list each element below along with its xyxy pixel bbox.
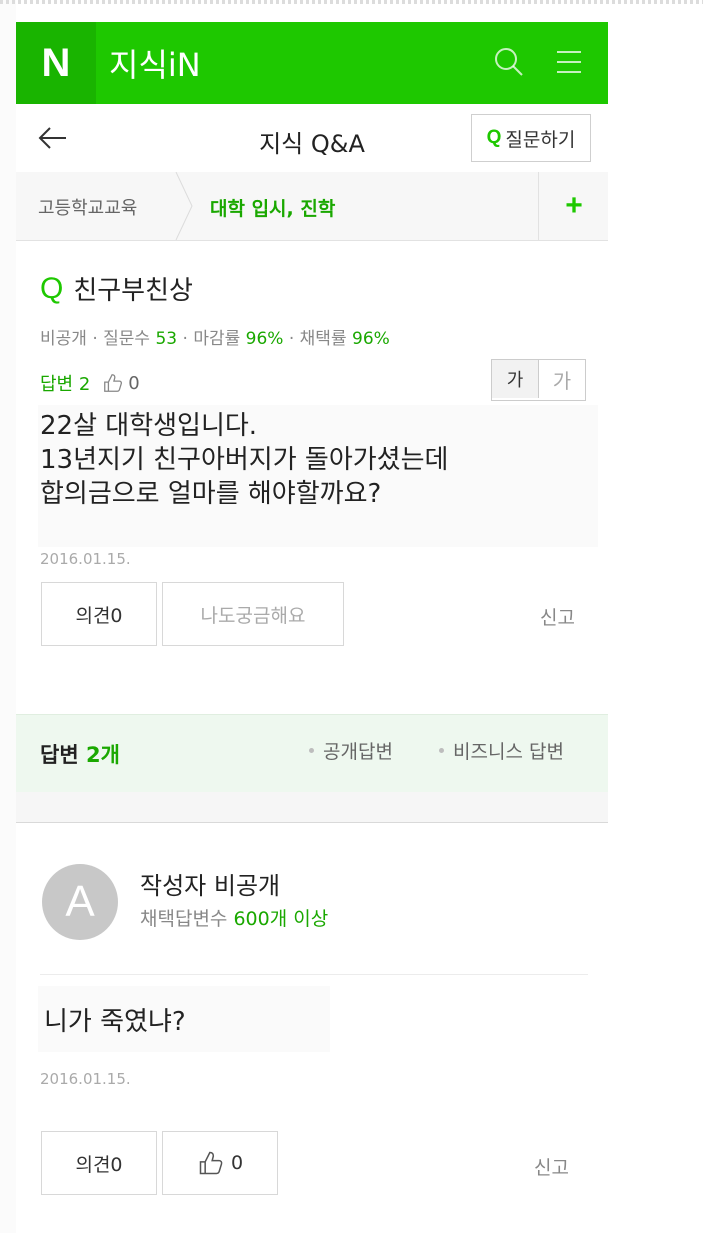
filter-public-answers[interactable]: 공개답변	[309, 737, 393, 764]
top-header: N 지식iN	[16, 22, 608, 104]
answer-author-meta: 채택답변수 600개 이상	[140, 904, 328, 931]
answer-date: 2016.01.15.	[40, 1070, 131, 1088]
stat-questions-value: 53	[155, 329, 178, 349]
page-margin-left	[0, 0, 16, 1233]
avatar: A	[42, 864, 118, 940]
me-too-curious-button[interactable]: 나도궁금해요	[162, 582, 344, 646]
q-badge-icon: Q	[486, 127, 502, 148]
bullet-icon	[439, 748, 444, 753]
question-body-line: 13년지기 친구아버지가 돌아가셨는데	[40, 445, 449, 475]
question-body-line: 22살 대학생입니다.	[40, 411, 258, 441]
logo-letter: N	[41, 40, 71, 85]
add-category-button[interactable]: +	[538, 172, 609, 240]
breadcrumb-parent[interactable]: 고등학교교육	[38, 194, 137, 220]
question-date: 2016.01.15.	[40, 550, 131, 568]
answers-header: 답변 2개 공개답변 비즈니스 답변	[16, 714, 608, 794]
stat-adopt-value: 96%	[352, 329, 390, 349]
question-badge-icon: Q	[40, 271, 64, 305]
filter-business-answers[interactable]: 비즈니스 답변	[439, 737, 564, 764]
font-size-small-button[interactable]: 가	[539, 360, 585, 398]
answer-like-count: 0	[230, 1152, 244, 1174]
questioner-stats: 비공개 · 질문수 53 · 마감률 96% · 채택률 96%	[40, 329, 390, 349]
adopted-count-label: 채택답변수	[140, 908, 228, 930]
answer-count-link[interactable]: 답변 2	[40, 370, 90, 396]
answers-title-count: 2개	[85, 743, 120, 767]
question-title: Q 친구부친상	[40, 270, 193, 307]
stat-close-value: 96%	[245, 329, 284, 349]
divider	[40, 974, 588, 975]
question-meta-row: 답변 2 0	[40, 370, 140, 396]
answers-separator	[16, 792, 608, 823]
app-screen: N 지식iN 지식 Q&A Q 질문하기 고등학교교육 대학 입시, 진학 + …	[16, 22, 608, 1233]
answer-body: 니가 죽였냐?	[38, 986, 330, 1052]
answers-title-label: 답변	[40, 743, 79, 767]
brand-title[interactable]: 지식iN	[109, 40, 201, 86]
answer-author-name: 작성자 비공개	[140, 872, 281, 900]
search-icon[interactable]	[491, 44, 527, 80]
answer-opinion-button[interactable]: 의견0	[41, 1131, 157, 1195]
sub-navigation: 지식 Q&A Q 질문하기	[16, 104, 608, 173]
ask-question-label: 질문하기	[505, 128, 576, 151]
question-body: 22살 대학생입니다. 13년지기 친구아버지가 돌아가셨는데 합의금으로 얼마…	[38, 405, 598, 547]
breadcrumb-current[interactable]: 대학 입시, 진학	[210, 194, 335, 221]
menu-icon[interactable]	[551, 44, 587, 80]
naver-logo[interactable]: N	[16, 22, 96, 104]
thumbs-up-icon	[199, 1151, 223, 1175]
bullet-icon	[309, 748, 314, 753]
question-like-count: 0	[128, 372, 140, 394]
font-size-large-button[interactable]: 가	[492, 360, 539, 398]
filter-business-label: 비즈니스 답변	[453, 741, 564, 763]
question-opinion-button[interactable]: 의견0	[41, 582, 157, 646]
answer-report-link[interactable]: 신고	[534, 1153, 569, 1180]
font-size-toggle: 가 가	[491, 359, 586, 401]
stat-questions-label: 질문수	[103, 329, 151, 349]
adopted-count-value: 600개 이상	[233, 908, 329, 930]
plus-icon: +	[565, 189, 583, 222]
stat-close-label: 마감률	[193, 329, 241, 349]
breadcrumb: 고등학교교육 대학 입시, 진학 +	[16, 172, 608, 241]
thumbs-up-icon[interactable]	[102, 372, 124, 394]
ask-question-button[interactable]: Q 질문하기	[471, 114, 591, 162]
frame-edge	[0, 0, 703, 4]
filter-public-label: 공개답변	[323, 741, 393, 763]
stat-adopt-label: 채택률	[299, 329, 347, 349]
question-report-link[interactable]: 신고	[540, 603, 575, 630]
answers-title: 답변 2개	[40, 739, 120, 769]
question-title-text: 친구부친상	[73, 276, 193, 306]
question-body-line: 합의금으로 얼마를 해야할까요?	[40, 479, 382, 509]
answer-like-button[interactable]: 0	[162, 1131, 278, 1195]
questioner-privacy: 비공개	[40, 329, 87, 349]
section-gap	[16, 672, 608, 714]
breadcrumb-chevron-icon	[175, 172, 193, 240]
